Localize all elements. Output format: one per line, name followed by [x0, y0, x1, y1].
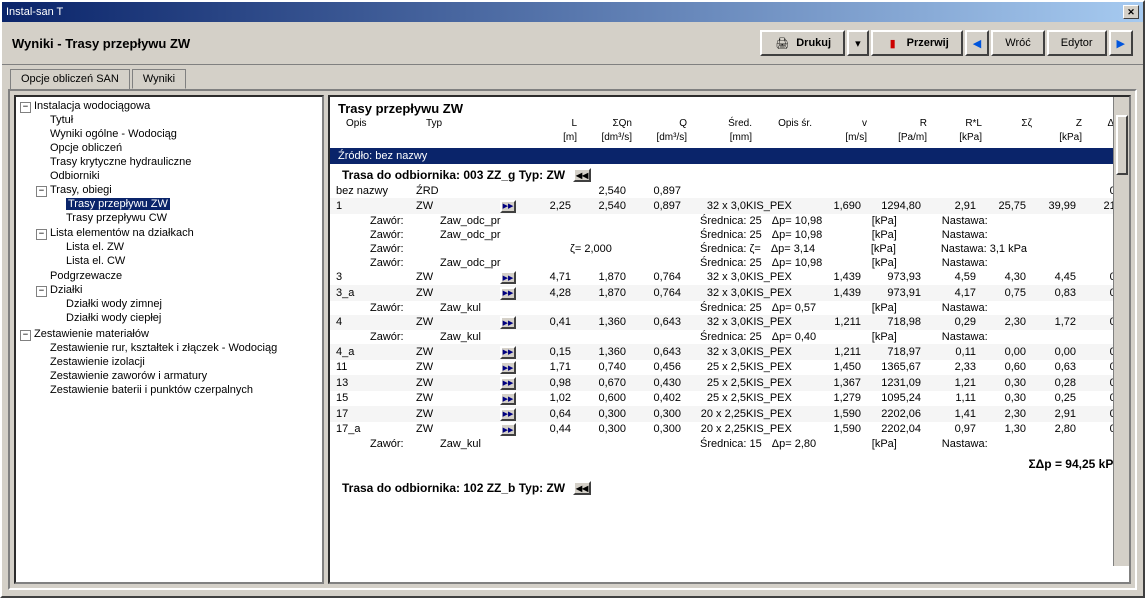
tree-leaf[interactable]: Tytuł [50, 114, 73, 126]
tree-collapse-icon[interactable]: − [36, 186, 47, 197]
valve-row: Zawór:Zaw_kulŚrednica: 15Δp= 2,80[kPa]Na… [330, 437, 1131, 451]
tree-leaf-selected[interactable]: Trasy przepływu ZW [66, 198, 170, 210]
printer-icon: 🖨 [774, 35, 790, 51]
page-heading: Wyniki - Trasy przepływu ZW [12, 36, 190, 51]
valve-row: Zawór:Zaw_kulŚrednica: 25Δp= 0,40[kPa]Na… [330, 330, 1131, 344]
tree-leaf[interactable]: Lista el. CW [66, 255, 125, 267]
back-arrow-button[interactable]: ◀ [965, 30, 989, 56]
data-row[interactable]: 4ZW▶▶0,411,3600,64332 x 3,0KIS_PEX1,2117… [330, 315, 1131, 331]
tab-strip: Opcje obliczeń SAN Wyniki [2, 65, 1143, 89]
play-icon[interactable]: ▶▶ [500, 200, 516, 213]
tree-leaf[interactable]: Zestawienie rur, kształtek i złączek - W… [50, 342, 277, 354]
tree-leaf[interactable]: Działki wody zimnej [66, 298, 162, 310]
column-units: [m][dm³/s][dm³/s][mm][m/s][Pa/m][kPa][kP… [338, 132, 1131, 146]
tree-leaf[interactable]: Trasy krytyczne hydrauliczne [50, 156, 191, 168]
tree-view[interactable]: −Instalacja wodociągowa Tytuł Wyniki ogó… [14, 95, 324, 584]
play-icon[interactable]: ▶▶ [500, 377, 516, 390]
tree-node[interactable]: Lista elementów na działkach [50, 227, 194, 239]
sum-row: ΣΔp = 94,25 kPa [330, 451, 1131, 477]
tree-node[interactable]: Działki [50, 284, 82, 296]
valve-row: Zawór:ζ= 2,000Średnica: ζ=Δp= 3,14[kPa]N… [330, 242, 1131, 256]
play-icon[interactable]: ▶▶ [500, 408, 516, 421]
data-row[interactable]: 15ZW▶▶1,020,6000,40225 x 2,5KIS_PEX1,279… [330, 391, 1131, 407]
rewind-icon[interactable]: ◀◀ [573, 481, 591, 495]
play-icon[interactable]: ▶▶ [500, 271, 516, 284]
toolbar: Wyniki - Trasy przepływu ZW 🖨Drukuj ▾ ▮P… [2, 22, 1143, 65]
tree-leaf[interactable]: Opcje obliczeń [50, 142, 122, 154]
tree-node-materials[interactable]: Zestawienie materiałów [34, 328, 149, 340]
data-row[interactable]: 3_aZW▶▶4,281,8700,76432 x 3,0KIS_PEX1,43… [330, 285, 1131, 301]
data-row[interactable]: 17_aZW▶▶0,440,3000,30020 x 2,25KIS_PEX1,… [330, 422, 1131, 438]
print-dropdown[interactable]: ▾ [847, 30, 869, 56]
source-row: Źródło: bez nazwy [330, 148, 1131, 164]
abort-button[interactable]: ▮Przerwij [871, 30, 963, 56]
vertical-scrollbar[interactable] [1113, 97, 1129, 566]
stop-icon: ▮ [885, 35, 901, 51]
trace-header-2: Trasa do odbiornika: 102 ZZ_b Typ: ZW ◀◀ [330, 477, 1131, 497]
rewind-icon[interactable]: ◀◀ [573, 168, 591, 182]
tree-leaf[interactable]: Zestawienie zaworów i armatury [50, 370, 207, 382]
tree-collapse-icon[interactable]: − [36, 229, 47, 240]
tree-node-water[interactable]: Instalacja wodociągowa [34, 100, 150, 112]
forward-arrow-button[interactable]: ▶ [1109, 30, 1133, 56]
tab-options[interactable]: Opcje obliczeń SAN [10, 69, 130, 89]
tree-node[interactable]: Trasy, obiegi [50, 184, 112, 196]
tree-leaf[interactable]: Zestawienie baterii i punktów czerpalnyc… [50, 384, 253, 396]
play-icon[interactable]: ▶▶ [500, 392, 516, 405]
tree-leaf[interactable]: Zestawienie izolacji [50, 356, 145, 368]
tree-leaf[interactable]: Wyniki ogólne - Wodociąg [50, 128, 177, 140]
data-row[interactable]: 17ZW▶▶0,640,3000,30020 x 2,25KIS_PEX1,59… [330, 406, 1131, 422]
tree-collapse-icon[interactable]: − [36, 286, 47, 297]
play-icon[interactable]: ▶▶ [500, 346, 516, 359]
play-icon[interactable]: ▶▶ [500, 361, 516, 374]
trace-header: Trasa do odbiornika: 003 ZZ_g Typ: ZW ◀◀ [330, 164, 1131, 184]
data-row[interactable]: 4_aZW▶▶0,151,3600,64332 x 3,0KIS_PEX1,21… [330, 344, 1131, 360]
data-row[interactable]: 1ZW▶▶2,252,5400,89732 x 3,0KIS_PEX1,6901… [330, 198, 1131, 214]
tree-leaf[interactable]: Podgrzewacze [50, 270, 122, 282]
data-row[interactable]: 3ZW▶▶4,711,8700,76432 x 3,0KIS_PEX1,4399… [330, 270, 1131, 286]
data-row[interactable]: 11ZW▶▶1,710,7400,45625 x 2,5KIS_PEX1,450… [330, 360, 1131, 376]
valve-row: Zawór:Zaw_odc_prŚrednica: 25Δp= 10,98[kP… [330, 228, 1131, 242]
back-button[interactable]: Wróć [991, 30, 1044, 56]
data-row[interactable]: 13ZW▶▶0,980,6700,43025 x 2,5KIS_PEX1,367… [330, 375, 1131, 391]
tab-results[interactable]: Wyniki [132, 69, 186, 89]
title-bar: Instal-san T ✕ [2, 2, 1143, 22]
column-headers: OpisTypLΣQnQŚred.Opis śr.vRR*LΣζZΔparmΔp… [338, 118, 1131, 132]
tree-leaf[interactable]: Odbiorniki [50, 170, 100, 182]
editor-button[interactable]: Edytor [1047, 30, 1107, 56]
data-row[interactable]: bez nazwyŹRD2,5400,8970,000,00 [330, 184, 1131, 198]
play-icon[interactable]: ▶▶ [500, 316, 516, 329]
window-title: Instal-san T [6, 6, 63, 18]
grid-title: Trasy przepływu ZW [338, 101, 1131, 116]
data-grid[interactable]: Trasy przepływu ZW OpisTypLΣQnQŚred.Opis… [328, 95, 1131, 584]
valve-row: Zawór:Zaw_odc_prŚrednica: 25Δp= 10,98[kP… [330, 214, 1131, 228]
play-icon[interactable]: ▶▶ [500, 423, 516, 436]
valve-row: Zawór:Zaw_kulŚrednica: 25Δp= 0,57[kPa]Na… [330, 301, 1131, 315]
tree-collapse-icon[interactable]: − [20, 330, 31, 341]
tree-leaf[interactable]: Działki wody ciepłej [66, 312, 161, 324]
print-button[interactable]: 🖨Drukuj [760, 30, 845, 56]
tree-leaf[interactable]: Lista el. ZW [66, 241, 124, 253]
data-rows-container: bez nazwyŹRD2,5400,8970,000,001ZW▶▶2,252… [330, 184, 1131, 451]
play-icon[interactable]: ▶▶ [500, 287, 516, 300]
close-button[interactable]: ✕ [1123, 5, 1139, 19]
valve-row: Zawór:Zaw_odc_prŚrednica: 25Δp= 10,98[kP… [330, 256, 1131, 270]
tree-collapse-icon[interactable]: − [20, 102, 31, 113]
tree-leaf[interactable]: Trasy przepływu CW [66, 212, 167, 224]
